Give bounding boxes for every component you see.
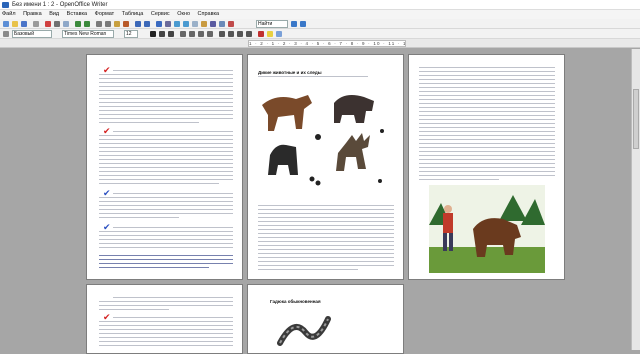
menu-help[interactable]: Справка [198,11,220,17]
man-head [444,205,452,213]
print-icon[interactable] [54,21,60,27]
page-2[interactable]: Дикие животные и их следы [247,54,404,280]
edit-mode-icon[interactable] [33,21,39,27]
format-paintbrush-icon[interactable] [123,21,129,27]
numbering-icon[interactable] [219,31,225,37]
writer-app-icon [2,2,9,8]
menu-edit[interactable]: Правка [23,11,42,17]
styles-icon[interactable] [3,31,9,37]
open-icon[interactable] [12,21,18,27]
decrease-indent-icon[interactable] [237,31,243,37]
copy-icon[interactable] [105,21,111,27]
show-draw-icon[interactable] [174,21,180,27]
find-input[interactable]: Найти [256,20,288,28]
menu-file[interactable]: Файл [2,11,16,17]
elk-figure [336,133,370,171]
paw-print [315,134,321,140]
page-3[interactable] [408,54,565,280]
title-bar: Без имени 1 : 2 - OpenOffice Writer [0,0,640,10]
export-pdf-icon[interactable] [45,21,51,27]
gallery-icon[interactable] [192,21,198,27]
bear-figure [268,144,298,175]
increase-indent-icon[interactable] [246,31,252,37]
menu-insert[interactable]: Вставка [67,11,87,17]
justify-icon[interactable] [207,31,213,37]
horizontal-ruler[interactable]: 1 · 2 · 1 · 2 · 3 · 4 · 5 · 6 · 7 · 8 · … [0,39,640,48]
help-icon[interactable] [228,21,234,27]
bear-and-man-illustration [429,185,545,273]
align-right-icon[interactable] [198,31,204,37]
bold-icon[interactable] [150,31,156,37]
underline-icon[interactable] [168,31,174,37]
formatting-toolbar: Базовый Times New Roman 12 [0,29,640,39]
ruler-scale: 1 · 2 · 1 · 2 · 3 · 4 · 5 · 6 · 7 · 8 · … [248,40,406,47]
cut-icon[interactable] [96,21,102,27]
paw-print [380,129,384,133]
paw-print [315,180,321,186]
undo-icon[interactable] [135,21,141,27]
spellcheck-icon[interactable] [75,21,81,27]
align-left-icon[interactable] [180,31,186,37]
paste-icon[interactable] [114,21,120,27]
man-leg [449,233,453,251]
document-workspace[interactable]: ✔ ✔ ✔ ✔ Дикие животные и их следы ✔ Гадю… [0,49,640,354]
animals-caption: Дикие животные и их следы [258,70,322,75]
scrollbar-thumb[interactable] [633,89,639,149]
wild-animals-illustration [262,95,384,186]
bullets-icon[interactable] [228,31,234,37]
italic-icon[interactable] [159,31,165,37]
autospell-icon[interactable] [84,21,90,27]
zoom-icon[interactable] [219,21,225,27]
paw-print [309,176,315,182]
menu-tools[interactable]: Сервис [151,11,170,17]
vertical-scrollbar[interactable] [631,49,640,350]
paragraph-style-select[interactable]: Базовый [12,30,52,38]
find-up-icon[interactable] [300,21,306,27]
man-leg [443,233,447,251]
menu-table[interactable]: Таблица [122,11,144,17]
nonprinting-chars-icon[interactable] [210,21,216,27]
save-icon[interactable] [21,21,27,27]
find-down-icon[interactable] [291,21,297,27]
redo-icon[interactable] [144,21,150,27]
new-document-icon[interactable] [3,21,9,27]
print-preview-icon[interactable] [63,21,69,27]
standard-toolbar: Найти [0,19,640,29]
background-color-icon[interactable] [276,31,282,37]
hyperlink-icon[interactable] [156,21,162,27]
table-icon[interactable] [165,21,171,27]
align-center-icon[interactable] [189,31,195,37]
viper-title: Гадюка обыкновенная [270,299,321,304]
menu-view[interactable]: Вид [49,11,59,17]
datasource-icon[interactable] [201,21,207,27]
menu-bar: Файл Правка Вид Вставка Формат Таблица С… [0,10,640,19]
paw-print [378,179,382,183]
menu-window[interactable]: Окно [177,11,190,17]
boar-figure [334,95,374,123]
font-size-select[interactable]: 12 [124,30,138,38]
navigator-icon[interactable] [183,21,189,27]
writer-window: Без имени 1 : 2 - OpenOffice Writer Файл… [0,0,640,354]
window-title: Без имени 1 : 2 - OpenOffice Writer [12,2,108,8]
font-name-select[interactable]: Times New Roman [62,30,114,38]
page-4[interactable]: ✔ [86,284,243,354]
font-color-icon[interactable] [258,31,264,37]
page-5[interactable]: Гадюка обыкновенная [247,284,404,354]
man-shirt [443,213,453,233]
menu-format[interactable]: Формат [95,11,115,17]
highlight-icon[interactable] [267,31,273,37]
page-1[interactable]: ✔ ✔ ✔ ✔ [86,54,243,280]
viper-illustration [277,316,331,346]
wolf-figure [262,95,312,131]
